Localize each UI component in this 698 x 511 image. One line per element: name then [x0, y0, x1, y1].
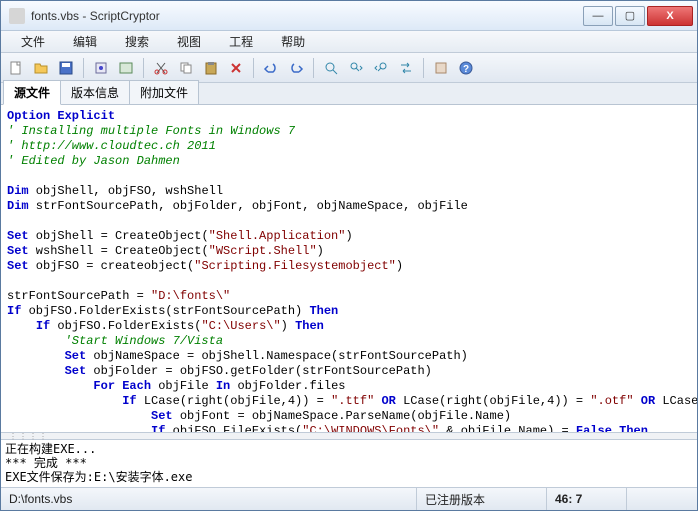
- open-file-button[interactable]: [30, 57, 52, 79]
- tab-extra-files[interactable]: 附加文件: [129, 80, 199, 104]
- minimize-button[interactable]: —: [583, 6, 613, 26]
- status-registration: 已注册版本: [417, 488, 547, 510]
- copy-button[interactable]: [175, 57, 197, 79]
- toolbar: ?: [1, 53, 697, 83]
- menu-help[interactable]: 帮助: [267, 31, 319, 52]
- find-button[interactable]: [320, 57, 342, 79]
- save-button[interactable]: [55, 57, 77, 79]
- menu-bar: 文件 编辑 搜索 视图 工程 帮助: [1, 31, 697, 53]
- maximize-button[interactable]: ▢: [615, 6, 645, 26]
- status-spacer: [627, 488, 697, 510]
- code-editor[interactable]: Option Explicit ' Installing multiple Fo…: [1, 105, 697, 432]
- editor-tabs: 源文件 版本信息 附加文件: [1, 83, 697, 105]
- output-pane[interactable]: 正在构建EXE... *** 完成 *** EXE文件保存为:E:\安装字体.e…: [1, 440, 697, 488]
- status-bar: D:\fonts.vbs 已注册版本 46: 7: [1, 488, 697, 510]
- menu-search[interactable]: 搜索: [111, 31, 163, 52]
- status-cursor-position: 46: 7: [547, 488, 627, 510]
- cut-button[interactable]: [150, 57, 172, 79]
- app-icon: [9, 8, 25, 24]
- main-window: fonts.vbs - ScriptCryptor — ▢ X 文件 编辑 搜索…: [0, 0, 698, 511]
- new-file-button[interactable]: [5, 57, 27, 79]
- find-prev-button[interactable]: [370, 57, 392, 79]
- status-path: D:\fonts.vbs: [1, 488, 417, 510]
- close-button[interactable]: X: [647, 6, 693, 26]
- tab-version-info[interactable]: 版本信息: [60, 80, 130, 104]
- build-button[interactable]: [90, 57, 112, 79]
- run-button[interactable]: [115, 57, 137, 79]
- menu-project[interactable]: 工程: [215, 31, 267, 52]
- undo-button[interactable]: [260, 57, 282, 79]
- menu-view[interactable]: 视图: [163, 31, 215, 52]
- splitter-handle[interactable]: ⋮⋮⋮⋮: [1, 432, 697, 440]
- window-title: fonts.vbs - ScriptCryptor: [31, 9, 581, 23]
- replace-button[interactable]: [395, 57, 417, 79]
- delete-button[interactable]: [225, 57, 247, 79]
- title-bar: fonts.vbs - ScriptCryptor — ▢ X: [1, 1, 697, 31]
- menu-edit[interactable]: 编辑: [59, 31, 111, 52]
- help-button[interactable]: ?: [455, 57, 477, 79]
- settings-button[interactable]: [430, 57, 452, 79]
- tab-source[interactable]: 源文件: [3, 80, 61, 105]
- paste-button[interactable]: [200, 57, 222, 79]
- svg-text:?: ?: [463, 64, 469, 75]
- find-next-button[interactable]: [345, 57, 367, 79]
- redo-button[interactable]: [285, 57, 307, 79]
- menu-file[interactable]: 文件: [7, 31, 59, 52]
